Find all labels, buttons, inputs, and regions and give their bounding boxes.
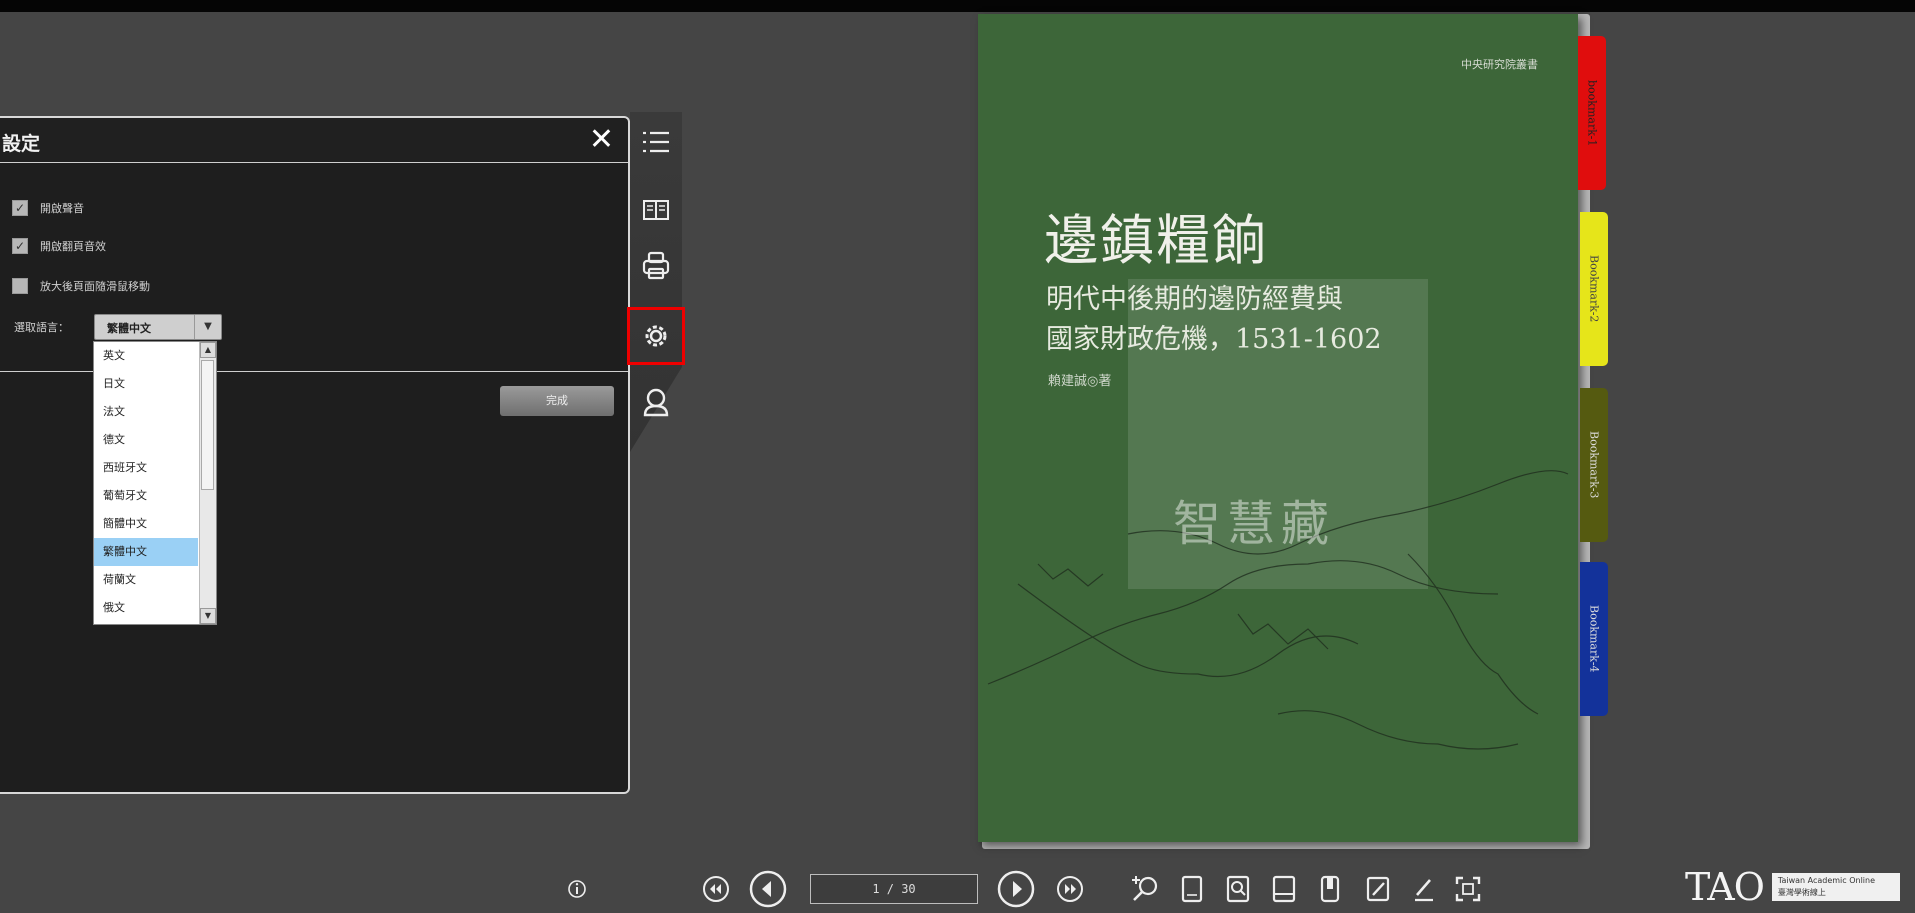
sound-option[interactable]: ✓ 開啟聲音 — [12, 198, 84, 218]
bookmark-button[interactable] — [1310, 868, 1350, 910]
map-illustration — [987, 470, 1569, 750]
book-cover[interactable]: 中央研究院叢書 邊鎮糧餉 明代中後期的邊防經費與 國家財政危機，1531-160… — [978, 14, 1578, 842]
search-page-icon — [1226, 875, 1250, 903]
page-flip-sound-option[interactable]: ✓ 開啟翻頁音效 — [12, 236, 106, 256]
bookmark-tab-1[interactable]: bookmark-1 — [1578, 36, 1606, 190]
info-icon — [568, 880, 586, 898]
top-bar — [0, 0, 1915, 12]
language-option[interactable]: 西班牙文 — [94, 454, 198, 482]
page-flip-sound-option-label: 開啟翻頁音效 — [40, 240, 106, 253]
language-select-value: 繁體中文 — [107, 322, 151, 335]
search-page-button[interactable] — [1218, 868, 1258, 910]
first-page-icon — [703, 876, 729, 902]
book-title: 邊鎮糧餉 — [1044, 209, 1268, 272]
follow-mouse-option-label: 放大後頁面隨滑鼠移動 — [40, 280, 150, 293]
fullscreen-button[interactable] — [1448, 868, 1488, 910]
language-option[interactable]: 英文 — [94, 342, 198, 370]
zoom-in-icon — [1132, 876, 1158, 901]
settings-button[interactable] — [627, 307, 685, 365]
tao-logo-mark: TAO — [1685, 865, 1765, 909]
book-subtitle-line-1: 明代中後期的邊防經費與 — [1046, 284, 1343, 315]
toc-list-icon — [643, 131, 669, 153]
language-option[interactable]: 法文 — [94, 398, 198, 426]
last-page-icon — [1057, 876, 1083, 902]
bookmark-icon — [1320, 875, 1340, 903]
language-row: 選取語言： 繁體中文 ▼ — [14, 314, 222, 340]
chevron-down-icon[interactable]: ▼ — [194, 315, 221, 339]
scroll-down-icon[interactable]: ▼ — [200, 608, 216, 624]
page-indicator[interactable]: 1 / 30 — [810, 874, 978, 904]
settings-panel-title: 設定 — [2, 133, 41, 155]
sound-checkbox[interactable]: ✓ — [12, 200, 28, 216]
book-author: 賴建誠◎著 — [1048, 374, 1112, 389]
note-icon — [1366, 876, 1390, 902]
single-page-icon — [1181, 875, 1203, 903]
two-page-book-icon — [643, 200, 669, 220]
user-button[interactable] — [630, 376, 682, 428]
language-option[interactable]: 德文 — [94, 426, 198, 454]
language-dropdown-list[interactable]: 英文 日文 法文 德文 西班牙文 葡萄牙文 簡體中文 繁體中文 荷蘭文 俄文 ▲… — [93, 341, 217, 625]
page-flip-sound-checkbox[interactable]: ✓ — [12, 238, 28, 254]
settings-gear-icon — [645, 325, 667, 347]
info-button[interactable] — [560, 868, 594, 910]
last-page-button[interactable] — [1050, 868, 1090, 910]
user-icon — [643, 388, 669, 417]
tao-logo-line-2: 臺灣學術線上 — [1777, 888, 1826, 897]
follow-mouse-checkbox[interactable] — [12, 278, 28, 294]
previous-page-icon — [749, 870, 787, 908]
settings-panel-header: 設定 ✕ — [0, 118, 628, 163]
bookmark-tab-4[interactable]: Bookmark-4 — [1580, 562, 1608, 716]
draw-button[interactable] — [1404, 868, 1444, 910]
close-icon[interactable]: ✕ — [589, 122, 614, 157]
watermark-text: 智慧藏 — [1173, 496, 1336, 552]
dropdown-scrollbar[interactable]: ▲ ▼ — [199, 342, 216, 624]
book-publisher: 中央研究院叢書 — [1461, 58, 1538, 71]
language-label: 選取語言： — [14, 321, 69, 334]
language-select[interactable]: 繁體中文 ▼ — [94, 314, 222, 340]
next-page-button[interactable] — [992, 868, 1040, 910]
scroll-thumb[interactable] — [201, 360, 214, 490]
bookmark-tab-3[interactable]: Bookmark-3 — [1580, 388, 1608, 542]
language-option[interactable]: 簡體中文 — [94, 510, 198, 538]
next-page-icon — [997, 870, 1035, 908]
first-page-button[interactable] — [696, 868, 736, 910]
language-option[interactable]: 俄文 — [94, 594, 198, 622]
thumbnail-icon — [1272, 875, 1296, 903]
pencil-icon — [1415, 879, 1433, 902]
done-button[interactable]: 完成 — [500, 386, 614, 416]
tao-logo[interactable]: TAO Taiwan Academic Online 臺灣學術線上 — [1685, 865, 1900, 909]
note-button[interactable] — [1358, 868, 1398, 910]
previous-page-button[interactable] — [744, 868, 792, 910]
single-page-button[interactable] — [1172, 868, 1212, 910]
tao-logo-text: Taiwan Academic Online 臺灣學術線上 — [1771, 873, 1900, 901]
fullscreen-icon — [1455, 876, 1481, 902]
print-button[interactable] — [630, 240, 682, 292]
book-subtitle-line-2: 國家財政危機，1531-1602 — [1046, 324, 1382, 355]
sound-option-label: 開啟聲音 — [40, 202, 84, 215]
bookmark-tab-2[interactable]: Bookmark-2 — [1580, 212, 1608, 366]
language-option[interactable]: 日文 — [94, 370, 198, 398]
book-subtitle: 明代中後期的邊防經費與 國家財政危機，1531-1602 — [1046, 280, 1566, 360]
zoom-in-button[interactable] — [1124, 868, 1166, 910]
page-view-button[interactable] — [630, 184, 682, 236]
language-option-selected[interactable]: 繁體中文 — [94, 538, 198, 566]
toc-button[interactable] — [630, 116, 682, 168]
thumbnail-button[interactable] — [1264, 868, 1304, 910]
language-option[interactable]: 葡萄牙文 — [94, 482, 198, 510]
tao-logo-line-1: Taiwan Academic Online — [1777, 876, 1876, 885]
print-icon — [642, 251, 670, 280]
language-option[interactable]: 荷蘭文 — [94, 566, 198, 594]
scroll-up-icon[interactable]: ▲ — [200, 342, 216, 358]
follow-mouse-option[interactable]: 放大後頁面隨滑鼠移動 — [12, 276, 150, 296]
